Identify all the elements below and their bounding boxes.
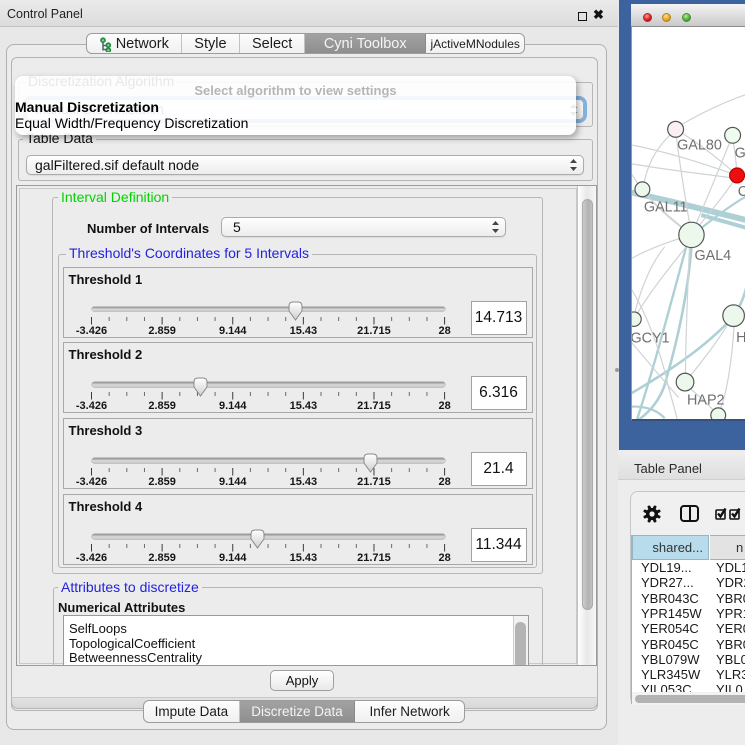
svg-text:GAL11: GAL11 [644,200,688,216]
svg-text:CR: CR [738,184,745,200]
svg-text:GAL80: GAL80 [677,138,722,154]
svg-text:GCY1: GCY1 [631,330,670,346]
svg-text:HI: HI [736,330,745,346]
svg-text:GAL1: GAL1 [735,146,745,162]
svg-text:HAP2: HAP2 [687,392,725,408]
svg-text:GAL4: GAL4 [694,248,731,264]
